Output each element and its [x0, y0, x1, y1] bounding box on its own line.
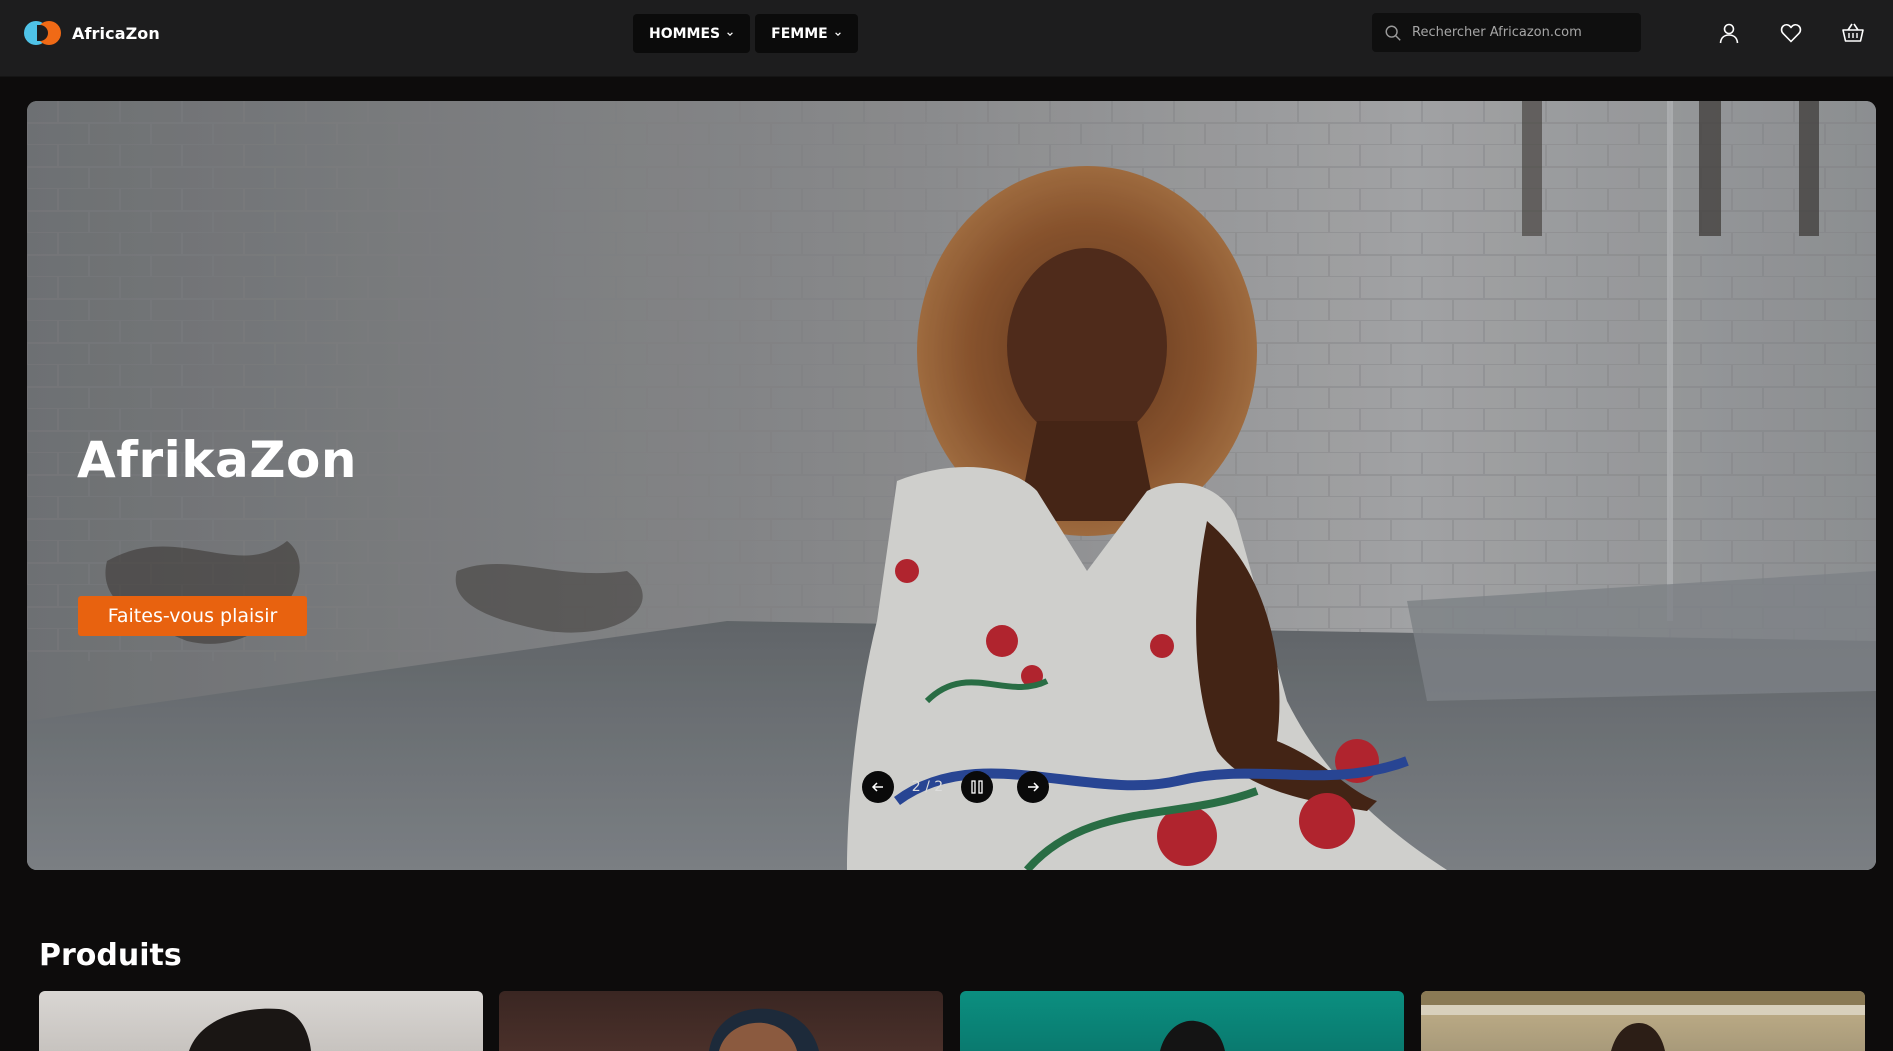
brand-logo[interactable]: AfricaZon — [24, 20, 160, 46]
brand-name: AfricaZon — [72, 23, 160, 43]
product-card[interactable] — [1421, 991, 1865, 1051]
nav-femme-label: FEMME — [771, 25, 828, 42]
product-card[interactable] — [499, 991, 943, 1051]
search-bar — [1372, 13, 1641, 52]
product-card[interactable] — [960, 991, 1404, 1051]
carousel-prev-button[interactable] — [862, 771, 894, 803]
wishlist-button[interactable] — [1778, 20, 1804, 46]
hero-cta-button[interactable]: Faites-vous plaisir — [78, 596, 307, 636]
arrow-right-icon — [1028, 782, 1040, 792]
cart-button[interactable] — [1840, 20, 1866, 46]
nav-hommes-button[interactable]: HOMMES — [633, 14, 751, 53]
account-button[interactable] — [1716, 20, 1742, 46]
user-icon — [1719, 23, 1739, 44]
product-card[interactable] — [39, 991, 483, 1051]
main-nav: HOMMES FEMME — [633, 14, 858, 53]
product-image — [189, 1008, 311, 1051]
site-header: AfricaZon HOMMES FEMME — [0, 0, 1893, 77]
product-image — [1160, 1020, 1225, 1051]
hero-carousel: AfrikaZon Faites-vous plaisir 2 / 2 — [27, 101, 1876, 870]
nav-femme-button[interactable]: FEMME — [755, 14, 858, 53]
products-grid — [39, 991, 1865, 1051]
logo-mark-icon — [24, 20, 62, 46]
carousel-controls: 2 / 2 — [862, 771, 1082, 803]
chevron-down-icon — [834, 31, 841, 36]
carousel-next-button[interactable] — [1017, 771, 1049, 803]
pause-icon — [971, 780, 983, 794]
carousel-pause-button[interactable] — [961, 771, 993, 803]
search-input[interactable] — [1412, 25, 1627, 40]
carousel-counter: 2 / 2 — [911, 779, 944, 795]
products-section-title: Produits — [39, 938, 182, 973]
header-actions — [1716, 20, 1866, 46]
product-image — [1421, 991, 1865, 1051]
chevron-down-icon — [727, 31, 733, 36]
arrow-left-icon — [871, 782, 883, 792]
nav-hommes-label: HOMMES — [649, 25, 721, 42]
hero-title: AfrikaZon — [77, 431, 357, 489]
heart-icon — [1780, 23, 1802, 43]
search-icon — [1385, 25, 1401, 41]
product-image — [709, 1008, 819, 1051]
basket-icon — [1842, 23, 1864, 42]
